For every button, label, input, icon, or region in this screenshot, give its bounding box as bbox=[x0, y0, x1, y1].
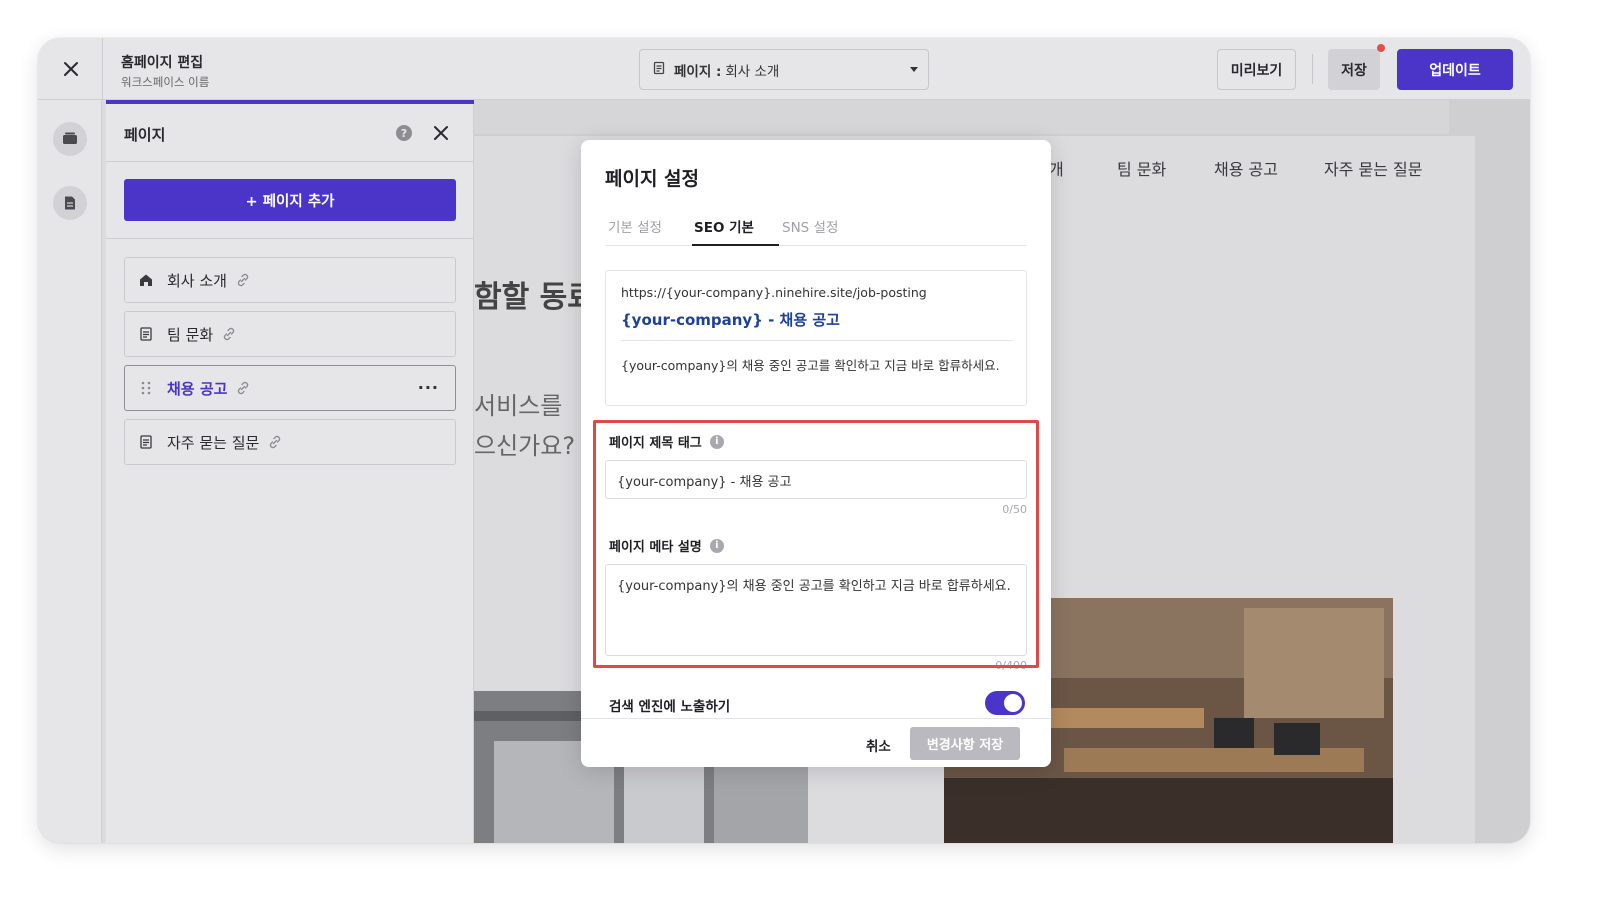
modal-footer: 취소 변경사항 저장 bbox=[581, 718, 1051, 767]
page-item-company-intro[interactable]: 회사 소개 bbox=[124, 257, 456, 303]
document-icon[interactable] bbox=[53, 186, 87, 220]
divider bbox=[621, 340, 1013, 341]
page-select-dropdown[interactable]: 페이지 : 회사 소개 bbox=[639, 49, 929, 90]
site-nav-item[interactable]: 개 bbox=[1049, 156, 1064, 180]
search-engine-toggle-label: 검색 엔진에 노출하기 bbox=[609, 699, 731, 715]
top-bar: 홈페이지 편집 워크스페이스 이름 페이지 : 회사 소개 미리보기 저장 업데… bbox=[38, 38, 1530, 100]
page-item-team-culture[interactable]: 팀 문화 bbox=[124, 311, 456, 357]
page-settings-modal: 페이지 설정 기본 설정 SEO 기본 SNS 설정 https://{your… bbox=[581, 140, 1051, 767]
modal-title: 페이지 설정 bbox=[605, 168, 700, 190]
search-result-preview: https://{your-company}.ninehire.site/job… bbox=[605, 270, 1027, 406]
site-nav-item[interactable]: 자주 묻는 질문 bbox=[1324, 156, 1423, 180]
page-icon bbox=[137, 325, 155, 343]
tab-seo-basic[interactable]: SEO 기본 bbox=[694, 216, 754, 236]
save-button[interactable]: 저장 bbox=[1328, 49, 1380, 90]
link-icon[interactable] bbox=[235, 379, 253, 397]
tab-sns-settings[interactable]: SNS 설정 bbox=[782, 216, 838, 236]
divider bbox=[102, 38, 103, 100]
page-item-label: 팀 문화 bbox=[167, 325, 214, 344]
search-engine-toggle[interactable] bbox=[985, 691, 1025, 715]
page-select-value: 회사 소개 bbox=[725, 63, 780, 80]
preview-button[interactable]: 미리보기 bbox=[1217, 49, 1296, 90]
unsaved-indicator bbox=[1377, 44, 1385, 52]
page-item-faq[interactable]: 자주 묻는 질문 bbox=[124, 419, 456, 465]
editor-window: 홈페이지 편집 워크스페이스 이름 페이지 : 회사 소개 미리보기 저장 업데… bbox=[38, 38, 1530, 843]
left-rail: ? bbox=[38, 100, 102, 843]
panel-title: 페이지 bbox=[124, 126, 166, 144]
save-changes-button[interactable]: 변경사항 저장 bbox=[910, 727, 1020, 760]
chevron-down-icon bbox=[910, 67, 918, 72]
page-item-label: 채용 공고 bbox=[167, 379, 228, 398]
help-icon[interactable]: ? bbox=[396, 125, 412, 141]
divider bbox=[1312, 54, 1313, 84]
canvas-toolbar-strip bbox=[474, 100, 1449, 134]
close-editor-icon[interactable] bbox=[58, 56, 84, 82]
more-options-icon[interactable]: ··· bbox=[418, 378, 439, 397]
site-nav-item[interactable]: 팀 문화 bbox=[1117, 156, 1166, 180]
close-icon[interactable] bbox=[431, 123, 451, 143]
editor-title: 홈페이지 편집 bbox=[121, 55, 204, 71]
divider bbox=[106, 238, 474, 239]
home-icon bbox=[137, 271, 155, 289]
drag-handle-icon[interactable] bbox=[137, 379, 155, 397]
link-icon[interactable] bbox=[235, 271, 253, 289]
workspace-name: 워크스페이스 이름 bbox=[121, 75, 210, 89]
highlight-box bbox=[593, 420, 1039, 668]
divider bbox=[106, 161, 474, 162]
link-icon[interactable] bbox=[221, 325, 239, 343]
active-tab-indicator bbox=[692, 244, 779, 246]
toggle-knob bbox=[1004, 694, 1022, 712]
tab-basic-settings[interactable]: 기본 설정 bbox=[608, 216, 662, 236]
add-page-button[interactable]: + 페이지 추가 bbox=[124, 179, 456, 221]
hero-heading: 함할 동료 bbox=[474, 280, 595, 315]
cancel-button[interactable]: 취소 bbox=[866, 735, 891, 755]
preview-description: {your-company}의 채용 중인 공고를 확인하고 지금 바로 합류하… bbox=[621, 358, 1000, 373]
panel-accent-bar bbox=[106, 100, 474, 104]
tab-bar: 기본 설정 SEO 기본 SNS 설정 bbox=[605, 210, 1027, 246]
page-icon bbox=[137, 433, 155, 451]
link-icon[interactable] bbox=[267, 433, 285, 451]
page-select-label: 페이지 : bbox=[674, 63, 722, 80]
page-item-job-posting[interactable]: 채용 공고 ··· bbox=[124, 365, 456, 411]
page-icon bbox=[652, 61, 666, 79]
site-nav-item[interactable]: 채용 공고 bbox=[1214, 156, 1278, 180]
hero-subtext: 으신가요? bbox=[474, 432, 576, 460]
preview-title: {your-company} - 채용 공고 bbox=[621, 311, 840, 329]
pages-panel: 페이지 ? + 페이지 추가 회사 소개 팀 문화 채용 공고 ··· 자주 묻… bbox=[106, 100, 474, 843]
page-item-label: 회사 소개 bbox=[167, 271, 227, 290]
preview-url: https://{your-company}.ninehire.site/job… bbox=[621, 285, 927, 300]
hero-subtext: 서비스를 bbox=[474, 392, 563, 420]
page-item-label: 자주 묻는 질문 bbox=[167, 433, 260, 452]
layers-icon[interactable] bbox=[53, 122, 87, 156]
update-button[interactable]: 업데이트 bbox=[1397, 49, 1513, 90]
